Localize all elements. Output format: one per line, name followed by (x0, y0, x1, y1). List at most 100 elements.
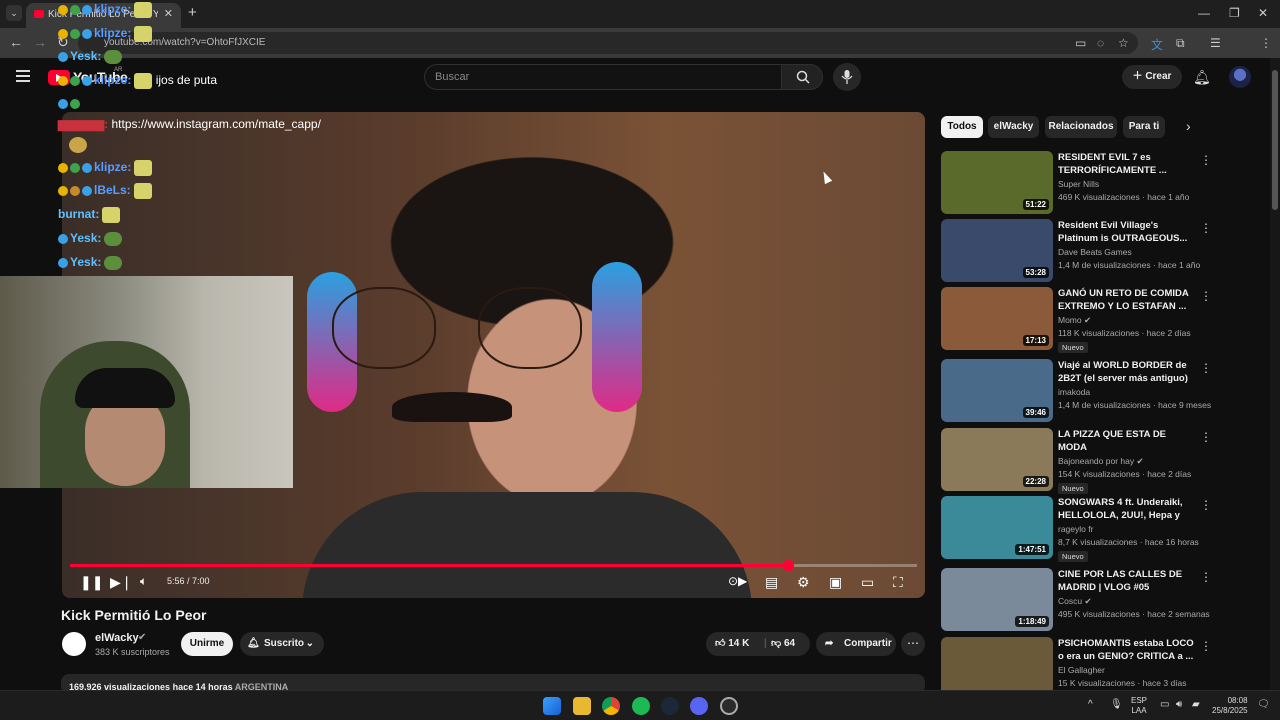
subtitles-icon[interactable]: ▤ (765, 574, 778, 591)
file-explorer-icon[interactable] (573, 697, 591, 715)
browser-menu-icon[interactable]: ⋮ (1260, 36, 1272, 50)
cast-icon[interactable]: ▭ (1075, 36, 1086, 50)
close-tab-icon[interactable]: ✕ (164, 7, 173, 20)
tab-groups-icon[interactable]: ☰ (1210, 36, 1221, 50)
clock[interactable]: 08:08 25/8/2025 (1212, 696, 1248, 716)
back-icon[interactable]: ← (9, 34, 23, 50)
more-options-icon[interactable]: ⋮ (1200, 639, 1212, 653)
more-options-icon[interactable]: ⋮ (1200, 430, 1212, 444)
recommended-title[interactable]: Resident Evil Village's Platinum is OUTR… (1058, 219, 1196, 245)
notifications-bell-icon[interactable]: 🔔︎ (1193, 69, 1211, 86)
network-icon[interactable]: ▭ (1160, 699, 1169, 710)
recommended-video[interactable]: 51:22 RESIDENT EVIL 7 es TERRORÍFICAMENTE… (941, 151, 1212, 215)
translate-extension-icon[interactable]: 文 (1151, 36, 1163, 53)
steam-icon[interactable] (661, 697, 679, 715)
miniplayer-icon[interactable]: ▣ (829, 574, 842, 591)
search-input[interactable]: Buscar (424, 64, 781, 90)
recommended-channel[interactable]: Bajoneando por hay ✔ (1058, 456, 1144, 467)
chrome-icon[interactable] (602, 697, 620, 715)
theater-mode-icon[interactable]: ▭ (861, 574, 874, 591)
fullscreen-icon[interactable]: ⛶ (893, 574, 903, 591)
recommended-video[interactable]: 1:47:51 SONGWARS 4 ft. Underaiki, HELLOLO… (941, 496, 1212, 562)
keyboard-language[interactable]: ESP LAA (1131, 696, 1147, 716)
recommended-title[interactable]: PSICHOMANTIS estaba LOCO o era un GENIO?… (1058, 637, 1196, 663)
recommended-channel[interactable]: Super Nills (1058, 179, 1099, 189)
scrollbar-thumb[interactable] (1272, 70, 1278, 210)
recommended-video[interactable]: 22:28 LA PIZZA QUE ESTA DE MODA Bajoneando… (941, 428, 1212, 494)
recommended-title[interactable]: RESIDENT EVIL 7 es TERRORÍFICAMENTE ... (1058, 151, 1196, 177)
notification-center-icon[interactable]: 🗨︎ (1257, 699, 1270, 710)
more-options-icon[interactable]: ⋮ (1200, 570, 1212, 584)
restore-icon[interactable]: ❐ (1229, 6, 1240, 20)
spotify-icon[interactable] (632, 697, 650, 715)
hamburger-menu-icon[interactable] (16, 70, 30, 82)
recommended-channel[interactable]: Dave Beats Games (1058, 247, 1132, 257)
app-icon[interactable] (720, 697, 738, 715)
page-scrollbar[interactable] (1270, 58, 1280, 690)
volume-tray-icon[interactable]: 🔊︎ (1176, 699, 1182, 710)
chip-para-ti[interactable]: Para ti (1123, 116, 1165, 138)
recommended-title[interactable]: GANÓ UN RETO DE COMIDA EXTREMO Y LO ESTA… (1058, 287, 1196, 313)
more-options-icon[interactable]: ⋮ (1200, 221, 1212, 235)
user-avatar[interactable] (1229, 66, 1251, 88)
create-button[interactable]: ＋ Crear (1122, 65, 1182, 89)
chip-relacionados[interactable]: Relacionados (1045, 116, 1117, 138)
recommended-channel[interactable]: rageylo fr (1058, 524, 1093, 534)
video-thumbnail[interactable]: 22:28 (941, 428, 1053, 491)
progress-scrubber[interactable] (783, 560, 795, 571)
chip-elwacky[interactable]: elWacky (988, 116, 1039, 138)
chevron-up-icon[interactable]: ^ (1088, 699, 1093, 710)
more-options-icon[interactable]: ⋮ (1200, 361, 1212, 375)
next-video-icon[interactable]: ▶❘ (110, 574, 133, 591)
recommended-video[interactable]: 53:28 Resident Evil Village's Platinum is… (941, 219, 1212, 283)
volume-icon[interactable]: 🔈︎ (140, 574, 147, 589)
discord-icon[interactable] (690, 697, 708, 715)
recommended-video[interactable]: 17:13 GANÓ UN RETO DE COMIDA EXTREMO Y LO… (941, 287, 1212, 353)
recommended-title[interactable]: SONGWARS 4 ft. Underaiki, HELLOLOLA, 2UU… (1058, 496, 1196, 523)
channel-avatar[interactable] (62, 632, 86, 656)
recommended-video[interactable]: 39:46 Viajé al WORLD BORDER de 2B2T (el s… (941, 359, 1212, 423)
video-thumbnail[interactable]: 1:47:51 (941, 496, 1053, 559)
voice-search-button[interactable] (833, 63, 861, 91)
settings-gear-icon[interactable]: ⚙ (797, 574, 810, 591)
close-window-icon[interactable]: ✕ (1258, 6, 1268, 20)
tab-search-icon[interactable]: ⌄ (6, 5, 22, 21)
recommended-video[interactable]: 1:18:49 CINE POR LAS CALLES DE MADRID | V… (941, 568, 1212, 632)
eye-off-icon[interactable]: ◌ (1097, 36, 1104, 50)
video-thumbnail[interactable]: 17:13 (941, 287, 1053, 350)
url-bar[interactable]: youtube.com/watch?v=OhtoFfJXCIE (78, 32, 1138, 54)
recommended-channel[interactable]: El Gallagher (1058, 665, 1105, 675)
subscribed-button[interactable]: 🔔︎ Suscrito ⌄ (240, 632, 324, 656)
like-button[interactable]: 👍︎ 14 K (715, 632, 749, 656)
extensions-icon[interactable]: ⧉ (1176, 36, 1185, 51)
dislike-button[interactable]: 👎︎ 64 (771, 632, 795, 656)
chip-todos[interactable]: Todos (941, 116, 983, 138)
channel-name[interactable]: elWacky (95, 632, 139, 644)
windows-start-icon[interactable] (543, 697, 561, 715)
recommended-title[interactable]: CINE POR LAS CALLES DE MADRID | VLOG #05 (1058, 568, 1196, 594)
forward-icon[interactable]: → (33, 34, 47, 50)
recommended-channel[interactable]: Momo ✔ (1058, 315, 1091, 326)
bookmark-star-icon[interactable]: ☆ (1118, 36, 1129, 50)
minimize-icon[interactable]: — (1198, 6, 1210, 20)
new-tab-icon[interactable]: + (188, 4, 197, 21)
video-thumbnail[interactable]: 39:46 (941, 359, 1053, 422)
pause-icon[interactable]: ❚❚ (80, 574, 103, 591)
microphone-tray-icon[interactable]: 🎙︎ (1110, 699, 1123, 710)
more-actions-icon[interactable]: ⋯ (901, 632, 925, 656)
autoplay-toggle-icon[interactable]: ⊙▶ (728, 574, 747, 588)
video-thumbnail[interactable]: 1:18:49 (941, 568, 1053, 631)
recommended-title[interactable]: Viajé al WORLD BORDER de 2B2T (el server… (1058, 359, 1196, 385)
recommended-channel[interactable]: imakoda (1058, 387, 1090, 397)
battery-icon[interactable]: ▰ (1192, 699, 1200, 710)
recommended-channel[interactable]: Coscu ✔ (1058, 596, 1092, 607)
more-options-icon[interactable]: ⋮ (1200, 498, 1212, 512)
video-thumbnail[interactable]: 53:28 (941, 219, 1053, 282)
recommended-title[interactable]: LA PIZZA QUE ESTA DE MODA (1058, 428, 1196, 454)
chevron-right-icon[interactable]: › (1186, 118, 1191, 134)
video-thumbnail[interactable]: 51:22 (941, 151, 1053, 214)
more-options-icon[interactable]: ⋮ (1200, 153, 1212, 167)
join-button[interactable]: Unirme (181, 632, 233, 656)
share-button[interactable]: ➦ Compartir (816, 632, 896, 656)
more-options-icon[interactable]: ⋮ (1200, 289, 1212, 303)
